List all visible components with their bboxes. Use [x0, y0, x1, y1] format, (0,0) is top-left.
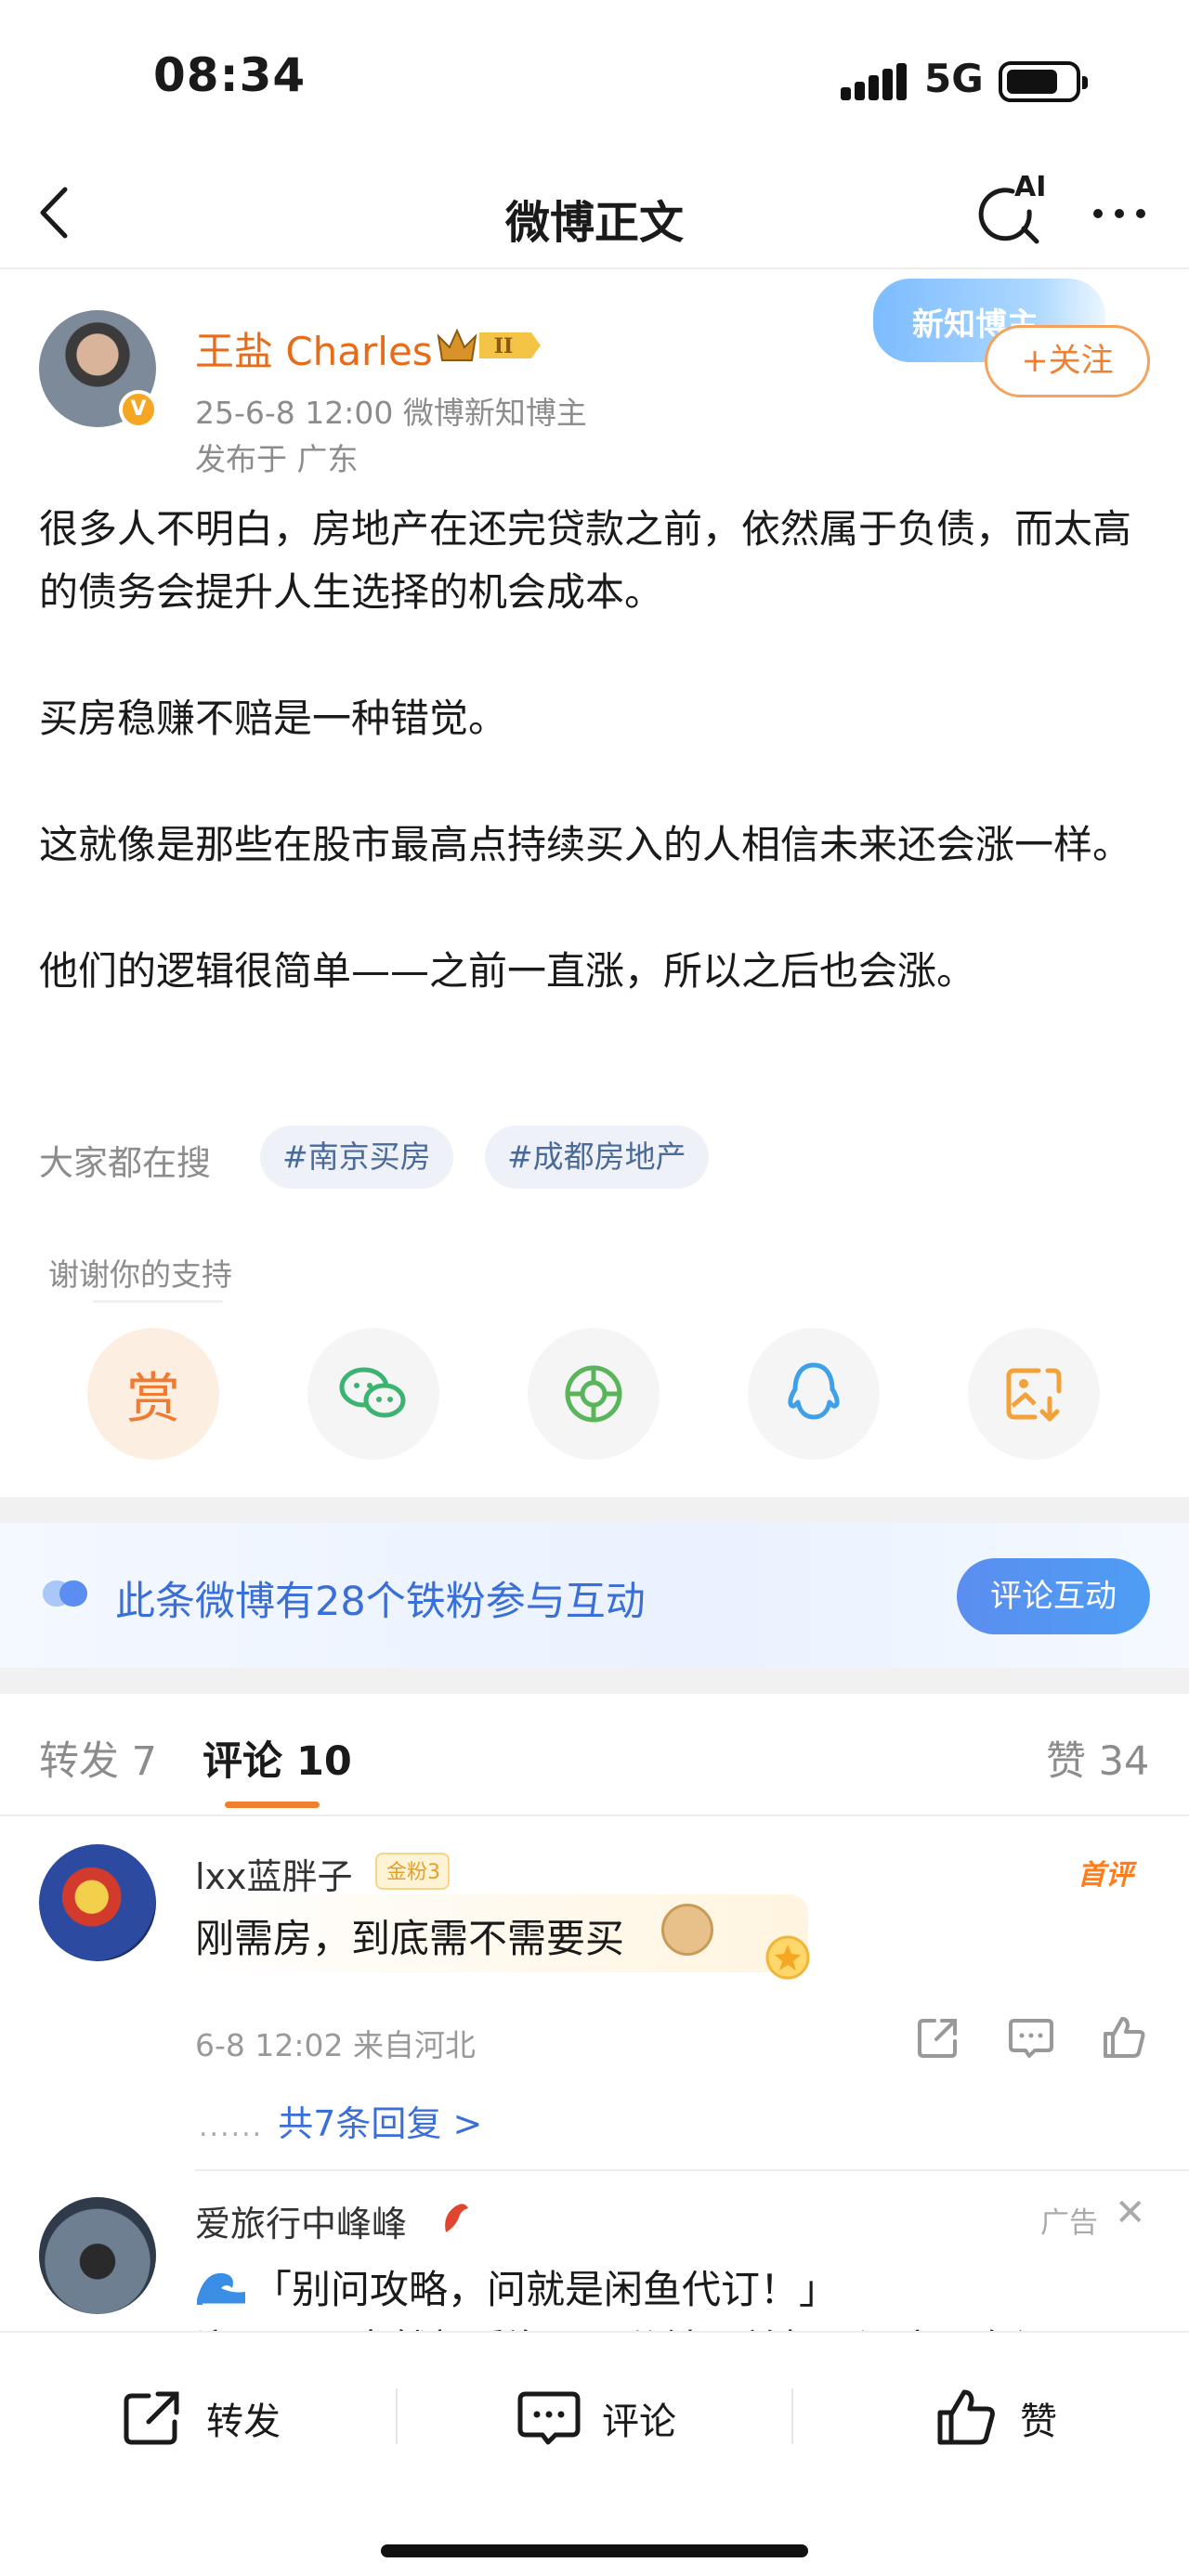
- post-meta: 25-6-8 12:00 微博新知博主: [195, 395, 587, 431]
- ai-search-button[interactable]: AI: [975, 171, 1059, 256]
- network-type: 5G: [924, 56, 984, 101]
- author-name[interactable]: 王盐 Charles: [195, 320, 433, 377]
- post-location: 发布于 广东: [195, 441, 359, 477]
- level-badge-text: II: [494, 334, 514, 358]
- more-dots-icon: [1093, 209, 1145, 218]
- qq-icon: [788, 1362, 840, 1420]
- comment-meta: 6-8 12:02 来自河北: [195, 2027, 476, 2063]
- nav-bar: 微博正文 AI: [0, 158, 1189, 269]
- battery-icon: [999, 61, 1088, 102]
- ad-label: 广告: [1040, 2206, 1098, 2240]
- bottom-comment-label: 评论: [602, 2400, 676, 2443]
- post-paragraph: 这就像是那些在股市最高点持续买入的人相信未来还会涨一样。: [39, 822, 1132, 867]
- trending-search-label: 大家都在搜: [39, 1143, 211, 1183]
- share-out-icon: [918, 2019, 957, 2058]
- lobster-icon: [445, 2204, 468, 2232]
- post-paragraph: 很多人不明白，房地产在还完贷款之前，依然属于负债，而太高的债务会提升人生选择的机…: [39, 506, 1132, 615]
- wechat-icon: [339, 1367, 406, 1418]
- home-indicator: [381, 2544, 808, 2557]
- divider: [791, 2388, 793, 2444]
- moments-icon: [565, 1365, 622, 1423]
- comment-like-button[interactable]: [1100, 2013, 1148, 2062]
- bottom-action-bar: 转发 评论 赞: [0, 2331, 1189, 2576]
- section-divider: [0, 1497, 1189, 1523]
- replies-dots: ......: [199, 2111, 264, 2143]
- follow-button[interactable]: +关注: [985, 325, 1150, 397]
- view-replies-link[interactable]: ...... 共7条回复 >: [199, 2095, 482, 2146]
- ad-close-button[interactable]: ✕: [1115, 2192, 1146, 2234]
- ad-user-name[interactable]: 爱旅行中峰峰: [195, 2195, 407, 2246]
- ad-avatar[interactable]: [39, 2197, 156, 2314]
- bottom-repost-button[interactable]: 转发: [121, 2381, 281, 2455]
- comment-icon: [517, 2391, 581, 2445]
- like-icon: [937, 2389, 995, 2445]
- fan-level-badge: 金粉3: [375, 1853, 450, 1890]
- signal-icon: [841, 63, 907, 100]
- save-image-icon: [1006, 1368, 1062, 1422]
- comment-reply-button[interactable]: [1007, 2013, 1055, 2062]
- search-tag[interactable]: #南京买房: [260, 1125, 453, 1189]
- divider: [396, 2388, 398, 2444]
- medal-icon: [765, 1935, 810, 1980]
- comment-share-button[interactable]: [914, 2013, 962, 2062]
- status-time: 08:34: [153, 48, 307, 102]
- crown-level-icon: II: [435, 323, 544, 368]
- bottom-comment-button[interactable]: 评论: [516, 2381, 676, 2455]
- save-image-button[interactable]: [968, 1328, 1100, 1460]
- thumbs-up-icon: [1104, 2017, 1145, 2058]
- search-tag[interactable]: #成都房地产: [485, 1125, 709, 1189]
- comment-bubble-icon: [1009, 2019, 1053, 2058]
- tab-comment[interactable]: 评论 10: [203, 1729, 352, 1787]
- comment-interact-button[interactable]: 评论互动: [957, 1558, 1150, 1634]
- repost-icon: [124, 2391, 179, 2445]
- back-button[interactable]: [28, 180, 84, 245]
- divider: [0, 1815, 1189, 1816]
- tab-like[interactable]: 赞 34: [1046, 1729, 1149, 1787]
- divider: [195, 2169, 1189, 2171]
- bottom-like-button[interactable]: 赞: [934, 2381, 1057, 2455]
- wave-emoji-icon: [197, 2272, 245, 2307]
- reward-icon: 赏: [125, 1367, 180, 1430]
- commenter-avatar[interactable]: [39, 1844, 156, 1961]
- commenter-name[interactable]: lxx蓝胖子: [195, 1848, 353, 1899]
- replies-count: 共7条回复 >: [278, 2103, 483, 2144]
- ai-label: AI: [1014, 171, 1047, 203]
- fans-icon: [43, 1581, 87, 1607]
- fans-banner: 此条微博有28个铁粉参与互动 评论互动: [0, 1523, 1189, 1668]
- first-comment-label: 首评: [1078, 1859, 1133, 1892]
- post-paragraph: 他们的逻辑很简单——之前一直涨，所以之后也会涨。: [39, 948, 976, 994]
- fans-text: 此条微博有28个铁粉参与互动: [115, 1579, 646, 1625]
- bottom-like-label: 赞: [1020, 2400, 1057, 2443]
- share-qq-button[interactable]: [748, 1328, 880, 1460]
- reward-button[interactable]: 赏: [87, 1328, 219, 1460]
- section-divider: [0, 1668, 1189, 1694]
- bottom-repost-label: 转发: [206, 2400, 281, 2443]
- chevron-left-icon: [40, 187, 68, 239]
- comment-text: 刚需房，到底需不需要买: [195, 1916, 625, 1961]
- doge-emoji-icon: [661, 1904, 713, 1956]
- more-button[interactable]: [1087, 186, 1152, 241]
- post-paragraph: 买房稳赚不赔是一种错觉。: [39, 696, 508, 741]
- ad-text: 「别问攻略，问就是闲鱼代订！」: [253, 2267, 839, 2312]
- support-label: 谢谢你的支持: [48, 1256, 232, 1293]
- tab-repost[interactable]: 转发 7: [39, 1729, 157, 1787]
- verified-badge-icon: V: [119, 390, 158, 429]
- share-wechat-button[interactable]: [307, 1328, 439, 1460]
- active-tab-indicator: [225, 1802, 320, 1808]
- post-body: 很多人不明白，房地产在还完贷款之前，依然属于负债，而太高的债务会提升人生选择的机…: [39, 498, 1150, 1066]
- divider: [93, 1300, 223, 1303]
- share-moments-button[interactable]: [528, 1328, 660, 1460]
